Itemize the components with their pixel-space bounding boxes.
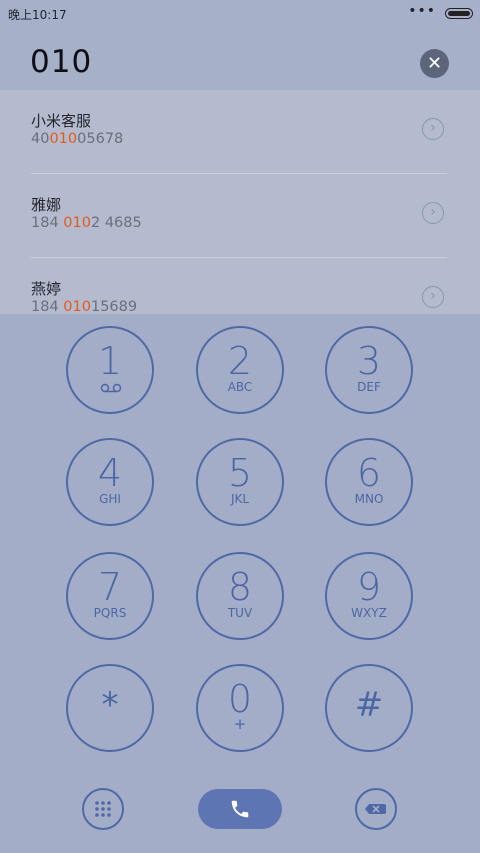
contact-number: 184 0102 4685 (31, 215, 142, 231)
contact-number: 4001005678 (31, 131, 124, 147)
contact-result-row[interactable]: 雅娜 184 0102 4685 › (31, 174, 447, 258)
key-6[interactable]: 6 MNO (325, 438, 413, 526)
voicemail-icon (100, 383, 122, 393)
clear-input-button[interactable]: ✕ (420, 49, 449, 78)
close-icon: ✕ (426, 53, 443, 74)
key-0[interactable]: 0 + (196, 664, 284, 752)
key-star[interactable]: * (66, 664, 154, 752)
phone-icon (231, 800, 249, 818)
key-4[interactable]: 4 GHI (66, 438, 154, 526)
key-8[interactable]: 8 TUV (196, 552, 284, 640)
number-match: 010 (63, 215, 91, 231)
keypad-grid-icon (95, 801, 111, 817)
number-match: 010 (63, 299, 91, 314)
dialed-number[interactable]: 010 (30, 44, 92, 80)
contact-name: 燕婷 (31, 280, 62, 298)
contact-results-list: 小米客服 4001005678 › 雅娜 184 0102 4685 › 燕婷 … (0, 90, 480, 314)
key-9[interactable]: 9 WXYZ (325, 552, 413, 640)
signal-dots-icon: ••• (408, 3, 436, 19)
toggle-keypad-button[interactable] (82, 788, 124, 830)
key-hash[interactable]: # (325, 664, 413, 752)
chevron-right-icon[interactable]: › (422, 202, 444, 224)
call-button[interactable] (198, 789, 282, 829)
backspace-icon (365, 804, 386, 814)
contact-name: 小米客服 (31, 112, 92, 130)
key-3[interactable]: 3 DEF (325, 326, 413, 414)
chevron-right-icon[interactable]: › (422, 286, 444, 308)
chevron-right-icon[interactable]: › (422, 118, 444, 140)
key-1[interactable]: 1 (66, 326, 154, 414)
contact-number: 184 01015689 (31, 299, 138, 314)
key-7[interactable]: 7 PQRS (66, 552, 154, 640)
contact-result-row[interactable]: 燕婷 184 01015689 › (31, 258, 447, 314)
backspace-button[interactable] (355, 788, 397, 830)
dial-input-area: 010 ✕ (0, 28, 480, 90)
battery-icon (445, 8, 473, 19)
contact-result-row[interactable]: 小米客服 4001005678 › (31, 90, 447, 174)
key-5[interactable]: 5 JKL (196, 438, 284, 526)
status-bar: 晚上10:17 ••• (0, 0, 480, 28)
contact-name: 雅娜 (31, 196, 62, 214)
number-match: 010 (49, 131, 78, 147)
key-2[interactable]: 2 ABC (196, 326, 284, 414)
status-time: 晚上10:17 (8, 8, 67, 22)
